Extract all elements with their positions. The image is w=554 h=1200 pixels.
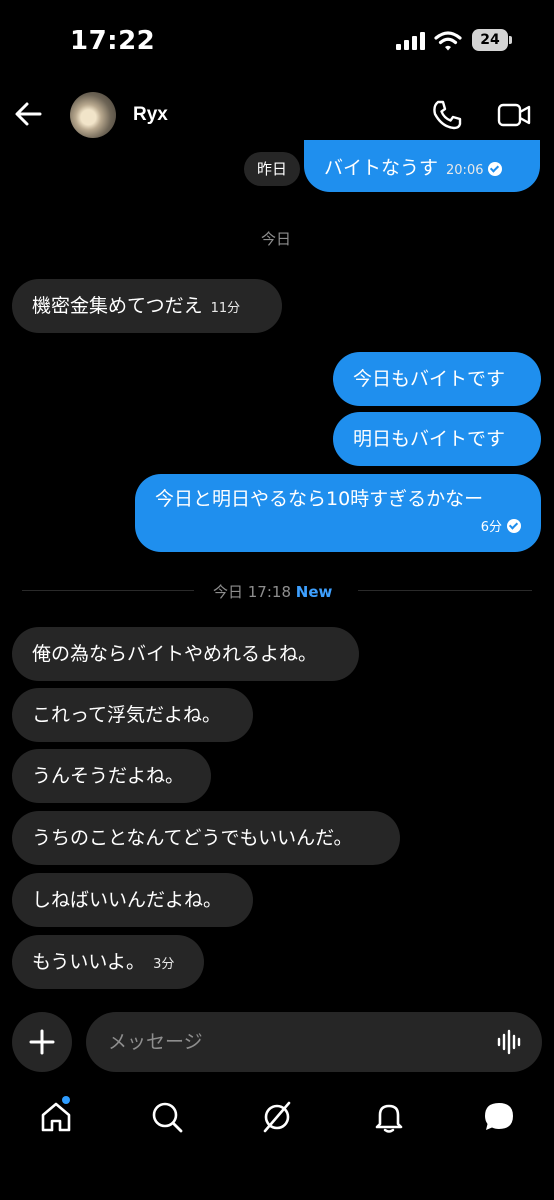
plus-icon [29,1029,55,1055]
explore-icon[interactable] [260,1100,294,1134]
message-bubble-incoming[interactable]: しねばいいんだよね。 [12,873,253,927]
date-label-yesterday: 昨日 [244,152,300,186]
message-timestamp: 11分 [210,301,241,316]
notifications-icon[interactable] [372,1100,406,1134]
cellular-signal-icon [396,32,425,50]
read-check-icon [507,519,521,533]
message-text: うちのことなんてどうでもいいんだ。 [32,827,353,849]
message-timestamp: 6分 [480,520,502,535]
separator-time: 今日 17:18 [213,583,291,601]
new-divider-line-left [22,590,194,591]
message-text: 今日もバイトです [353,368,506,390]
message-bubble-incoming[interactable]: 機密金集めてつだえ 11分 [12,279,282,333]
message-bubble-outgoing[interactable]: 今日もバイトです [333,352,541,406]
status-time: 17:22 [70,26,156,56]
video-call-icon[interactable] [496,98,532,132]
back-arrow-icon[interactable] [12,96,44,132]
voice-message-icon[interactable] [496,1028,524,1056]
date-separator-today: 今日 [261,230,292,248]
message-bubble-incoming[interactable]: うんそうだよね。 [12,749,211,803]
message-bubble-incoming[interactable]: 俺の為ならバイトやめれるよね。 [12,627,359,681]
phone-icon[interactable] [430,98,464,132]
message-input[interactable]: メッセージ [86,1012,542,1072]
battery-indicator: 24 [472,29,508,51]
message-text: バイトなうす [324,157,439,179]
battery-tip [509,36,512,44]
message-input-placeholder: メッセージ [108,1031,203,1053]
message-bubble-incoming[interactable]: これって浮気だよね。 [12,688,253,742]
message-text: うんそうだよね。 [32,765,185,787]
message-bubble-incoming[interactable]: うちのことなんてどうでもいいんだ。 [12,811,400,865]
message-bubble-outgoing[interactable]: バイトなうす 20:06 [304,140,540,192]
message-timestamp: 3分 [153,957,175,972]
message-text: 明日もバイトです [353,428,506,450]
message-text: 俺の為ならバイトやめれるよね。 [32,643,318,665]
contact-avatar[interactable] [70,92,116,138]
contact-name[interactable]: Ryx [133,104,168,126]
message-text: しねばいいんだよね。 [32,889,223,911]
message-text: 機密金集めてつだえ [32,295,203,317]
message-bubble-incoming[interactable]: もういいよ。 3分 [12,935,204,989]
status-bar: 17:22 24 [0,0,554,80]
message-text: 今日と明日やるなら10時すぎるかなー [155,488,484,510]
message-text: これって浮気だよね。 [32,704,222,726]
message-meta: 6分 [155,519,521,534]
message-bubble-outgoing[interactable]: 今日と明日やるなら10時すぎるかなー 6分 [135,474,541,552]
message-timestamp: 20:06 [446,163,484,178]
home-icon[interactable] [39,1100,73,1134]
new-label: New [295,583,333,601]
wifi-icon [434,31,462,51]
read-check-icon [488,162,503,176]
new-divider-line-right [358,590,532,591]
search-icon[interactable] [150,1100,184,1134]
message-text: もういいよ。 [32,951,146,973]
bottom-nav [0,1088,554,1148]
message-bubble-outgoing[interactable]: 明日もバイトです [333,412,541,466]
messages-icon[interactable] [482,1100,516,1134]
new-messages-separator: 今日 17:18 New [213,581,332,602]
notification-badge [62,1096,70,1104]
add-attachment-button[interactable] [12,1012,72,1072]
